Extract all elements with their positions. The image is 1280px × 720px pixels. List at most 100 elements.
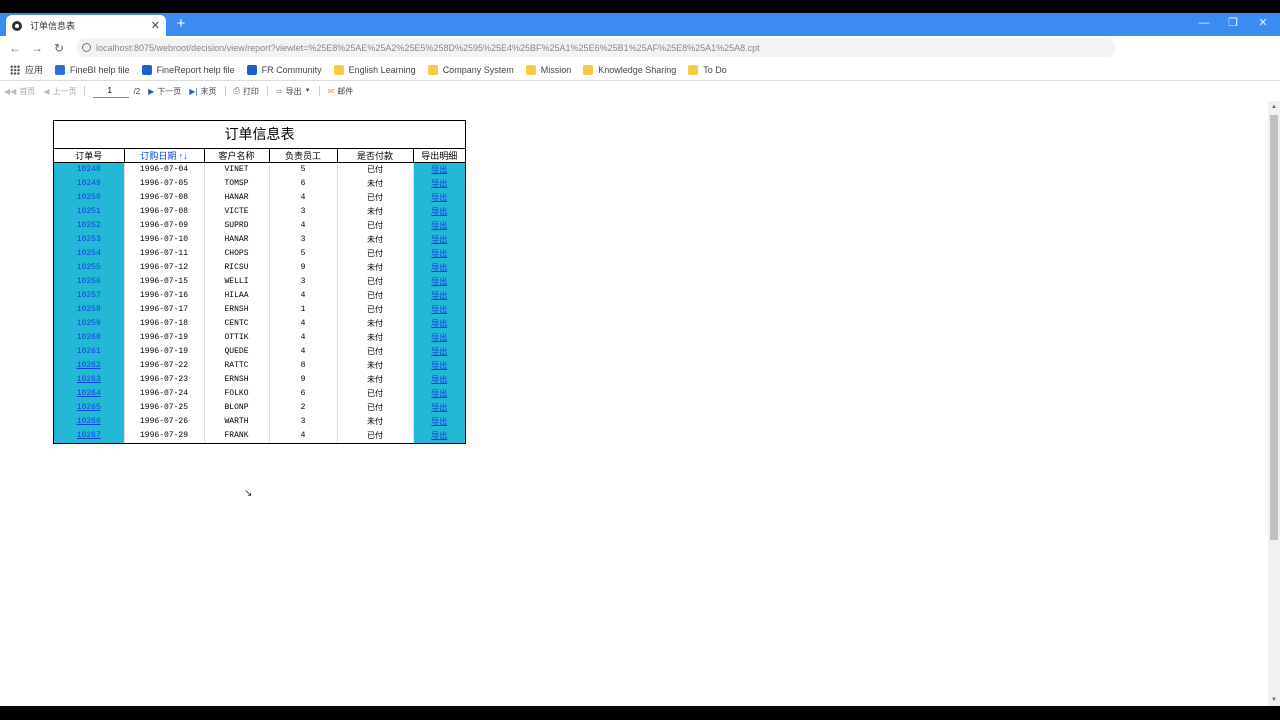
finereport-icon [141,64,152,75]
cell-order-id[interactable]: 10261 [54,344,125,359]
cell-export-detail[interactable]: 导出 [412,288,465,303]
cell-order-id[interactable]: 10251 [54,204,125,219]
bookmark-label: Knowledge Sharing [598,64,677,75]
cell-export-detail[interactable]: 导出 [412,428,465,443]
cell-order-id[interactable]: 10266 [54,414,125,429]
cell-order-id[interactable]: 10260 [54,330,125,345]
folder-icon [427,64,438,75]
table-row: 10248 1996-07-04 VINET 5 已付 导出 [54,162,465,177]
cell-customer: FRANK [204,428,270,443]
cell-export-detail[interactable]: 导出 [412,302,465,317]
cell-order-id[interactable]: 10255 [54,260,125,275]
bookmark-apps[interactable]: 应用 [0,63,43,76]
reload-icon[interactable]: ↻ [48,41,70,55]
cell-employee: 4 [269,330,338,345]
first-page-button[interactable]: ◀◀ 首页 [4,86,35,97]
scroll-up-icon[interactable]: ▲ [1268,101,1280,113]
cell-export-detail[interactable]: 导出 [412,358,465,373]
bookmark-to-do[interactable]: To Do [688,64,727,75]
table-row: 10255 1996-07-12 RICSU 9 未付 导出 [54,260,465,275]
bookmark-mission[interactable]: Mission [525,64,571,75]
bookmark-fr-community[interactable]: FR Community [246,64,322,75]
cell-order-id[interactable]: 10248 [54,162,125,177]
scroll-down-icon[interactable]: ▼ [1268,694,1280,706]
header-order-id: 订单号 [54,149,125,163]
cell-export-detail[interactable]: 导出 [412,190,465,205]
cell-order-id[interactable]: 10253 [54,232,125,247]
cell-order-date: 1996-07-23 [124,372,205,387]
bookmark-english-learning[interactable]: English Learning [333,64,416,75]
forward-arrow-icon[interactable]: → [26,41,48,55]
table-row: 10251 1996-07-08 VICTE 3 未付 导出 [54,204,465,219]
bookmark-label: FineReport help file [156,64,235,75]
cell-order-date: 1996-07-29 [124,428,205,443]
tab-title: 订单信息表 [30,21,76,31]
cell-customer: RATTC [204,358,270,373]
bookmark-finereport[interactable]: FineReport help file [141,64,235,75]
vertical-scrollbar[interactable]: ▲ ▼ [1268,101,1280,706]
order-table: 订单号 订购日期 ↑↓ 客户名称 负责员工 是否付款 导出明细 10248 199… [54,149,465,443]
cell-export-detail[interactable]: 导出 [412,176,465,191]
back-arrow-icon[interactable]: ← [4,41,26,55]
print-button[interactable]: ⎙ 打印 [234,86,259,97]
cell-order-id[interactable]: 10252 [54,218,125,233]
bookmark-finebi[interactable]: FineBI help file [55,64,130,75]
cell-export-detail[interactable]: 导出 [412,400,465,415]
header-order-date-sort[interactable]: 订购日期 ↑↓ [124,149,205,163]
restore-button[interactable]: ❐ [1222,15,1244,31]
cell-export-detail[interactable]: 导出 [412,218,465,233]
last-page-button[interactable]: ▶| 末页 [189,86,216,97]
cell-paid: 已付 [337,428,414,443]
cell-order-id[interactable]: 10262 [54,358,125,373]
cell-export-detail[interactable]: 导出 [412,162,465,177]
cell-order-id[interactable]: 10267 [54,428,125,443]
cell-export-detail[interactable]: 导出 [412,344,465,359]
tab-close-icon[interactable]: ✕ [151,19,160,32]
address-bar[interactable]: localhost:8075/webroot/decision/view/rep… [76,38,1116,57]
cell-order-id[interactable]: 10259 [54,316,125,331]
cell-order-id[interactable]: 10258 [54,302,125,317]
cell-order-id[interactable]: 10265 [54,400,125,415]
mouse-cursor-icon: ↘ [244,488,253,499]
cell-paid: 已付 [337,162,414,177]
mail-button[interactable]: ✉ 邮件 [328,86,354,97]
cell-order-id[interactable]: 10263 [54,372,125,387]
cell-order-date: 1996-07-24 [124,386,205,401]
cell-export-detail[interactable]: 导出 [412,260,465,275]
prev-page-button[interactable]: ◀ 上一页 [43,86,76,97]
export-button[interactable]: ⇨ 导出 ▼ [276,86,311,97]
printer-icon: ⎙ [233,86,240,95]
cell-export-detail[interactable]: 导出 [412,232,465,247]
window-close-button[interactable]: ✕ [1252,15,1274,31]
prev-page-label: 上一页 [52,86,77,96]
cell-export-detail[interactable]: 导出 [412,414,465,429]
table-row: 10253 1996-07-10 HANAR 3 未付 导出 [54,232,465,247]
cell-export-detail[interactable]: 导出 [412,204,465,219]
cell-order-id[interactable]: 10249 [54,176,125,191]
bookmark-knowledge-sharing[interactable]: Knowledge Sharing [583,64,677,75]
cell-export-detail[interactable]: 导出 [412,316,465,331]
cell-export-detail[interactable]: 导出 [412,246,465,261]
cell-export-detail[interactable]: 导出 [412,330,465,345]
cell-export-detail[interactable]: 导出 [412,274,465,289]
cell-export-detail[interactable]: 导出 [412,372,465,387]
browser-tab[interactable]: 订单信息表 ✕ [6,15,166,36]
cell-order-id[interactable]: 10256 [54,274,125,289]
bookmark-label: To Do [703,64,727,75]
minimize-button[interactable]: — [1193,15,1215,31]
bookmark-company-system[interactable]: Company System [427,64,514,75]
cell-order-id[interactable]: 10257 [54,288,125,303]
cell-order-id[interactable]: 10264 [54,386,125,401]
page-number-input[interactable] [93,84,130,98]
page-total-label: /2 [133,86,141,96]
scrollbar-thumb[interactable] [1270,115,1278,540]
cell-employee: 4 [269,190,338,205]
new-tab-button[interactable]: + [173,15,189,33]
cell-export-detail[interactable]: 导出 [412,386,465,401]
cell-order-date: 1996-07-19 [124,344,205,359]
next-page-button[interactable]: ▶ 下一页 [148,86,181,97]
cell-order-id[interactable]: 10250 [54,190,125,205]
cell-order-id[interactable]: 10254 [54,246,125,261]
cell-employee: 9 [269,260,338,275]
mail-icon: ✉ [327,86,335,96]
